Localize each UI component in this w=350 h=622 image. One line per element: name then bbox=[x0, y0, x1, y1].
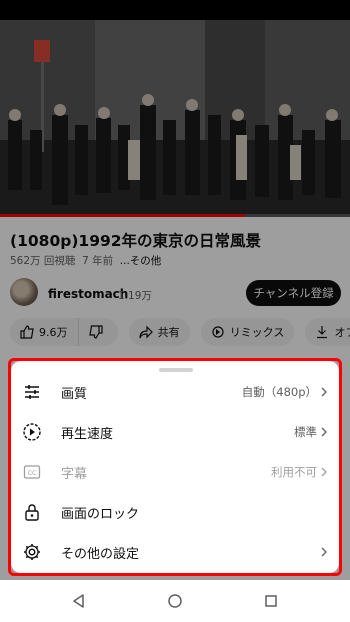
back-triangle-icon[interactable] bbox=[70, 592, 88, 610]
settings-sheet: 画質 自動（480p） 再生速度 標準 CC 字幕 利用不可 画面のロック その… bbox=[11, 361, 339, 573]
captions-icon: CC bbox=[23, 465, 41, 479]
settings-item-label: 画面のロック bbox=[61, 507, 140, 522]
settings-item-label: 再生速度 bbox=[61, 427, 114, 442]
settings-item-label: 字幕 bbox=[61, 467, 88, 482]
gear-icon bbox=[24, 544, 40, 560]
settings-item-value: 利用不可 bbox=[271, 465, 317, 479]
settings-item-captions[interactable]: CC 字幕 利用不可 bbox=[11, 452, 339, 492]
settings-item-quality[interactable]: 画質 自動（480p） bbox=[11, 372, 339, 412]
playback-speed-icon bbox=[23, 423, 41, 441]
settings-item-playback-speed[interactable]: 再生速度 標準 bbox=[11, 412, 339, 452]
settings-item-label: その他の設定 bbox=[61, 547, 140, 562]
chevron-right-icon bbox=[321, 427, 327, 437]
settings-item-label: 画質 bbox=[61, 387, 88, 402]
tune-icon bbox=[25, 385, 39, 399]
settings-item-value: 標準 bbox=[294, 425, 317, 439]
chevron-right-icon bbox=[321, 467, 327, 477]
lock-icon bbox=[25, 504, 39, 521]
home-circle-icon[interactable] bbox=[166, 592, 184, 610]
status-bar bbox=[0, 0, 350, 20]
settings-item-value: 自動（480p） bbox=[241, 385, 317, 399]
recents-square-icon[interactable] bbox=[262, 592, 280, 610]
settings-item-more-settings[interactable]: その他の設定 bbox=[11, 532, 339, 572]
system-nav-bar bbox=[0, 580, 350, 622]
svg-text:CC: CC bbox=[27, 469, 37, 477]
settings-item-screen-lock[interactable]: 画面のロック bbox=[11, 492, 339, 532]
chevron-right-icon bbox=[321, 547, 327, 557]
chevron-right-icon bbox=[321, 387, 327, 397]
